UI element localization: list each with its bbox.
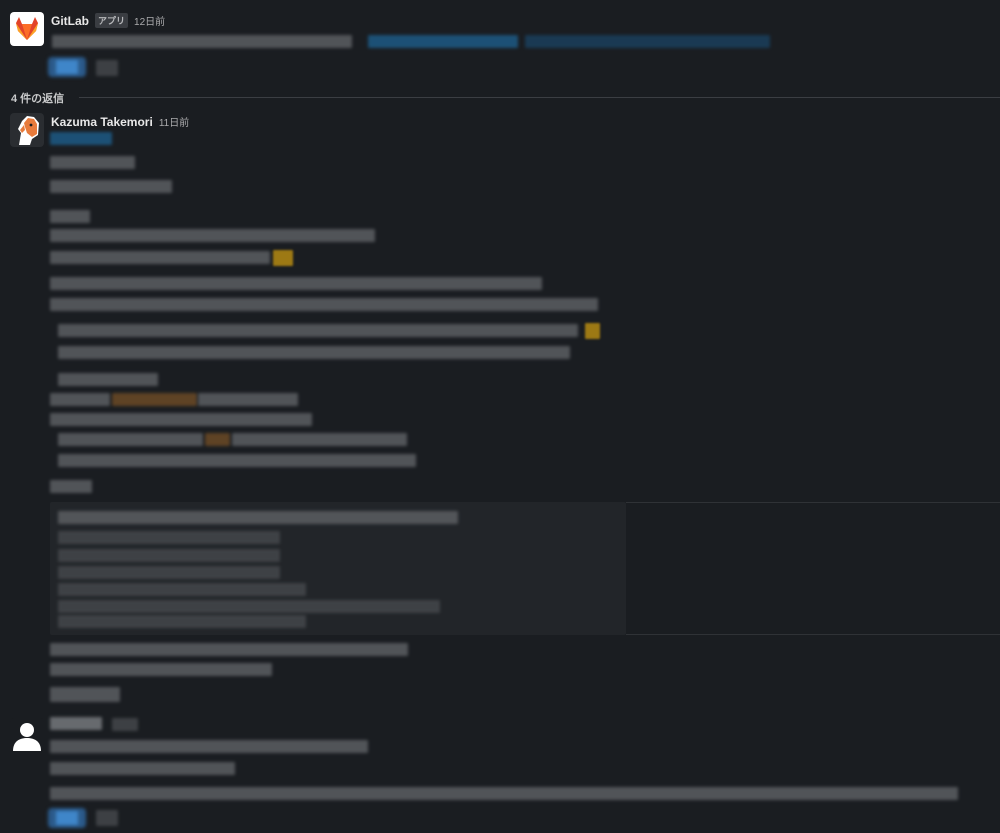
reaction-count [96,810,118,826]
horse-avatar-icon[interactable] [10,113,44,147]
divider [626,634,1000,635]
reaction-button[interactable] [48,57,86,77]
gitlab-avatar-icon[interactable] [10,12,44,46]
message-header: Kazuma Takemori 11日前 [51,114,189,130]
default-person-icon[interactable] [10,718,44,752]
message-header: GitLab アプリ 12日前 [51,13,165,28]
thread-view: GitLab アプリ 12日前 4 件の返信 Kazuma Takemori 1… [0,0,1000,833]
reaction-button[interactable] [48,808,86,828]
app-badge: アプリ [95,13,129,28]
author-name[interactable]: GitLab [51,14,89,28]
timestamp[interactable]: 11日前 [159,114,189,129]
author-name[interactable]: Kazuma Takemori [51,115,153,129]
divider [626,502,1000,503]
code-block [50,502,626,635]
divider [79,97,1000,98]
reply-count-label: 4 件の返信 [11,93,65,105]
timestamp[interactable]: 12日前 [134,13,165,28]
reaction-count [96,60,118,76]
